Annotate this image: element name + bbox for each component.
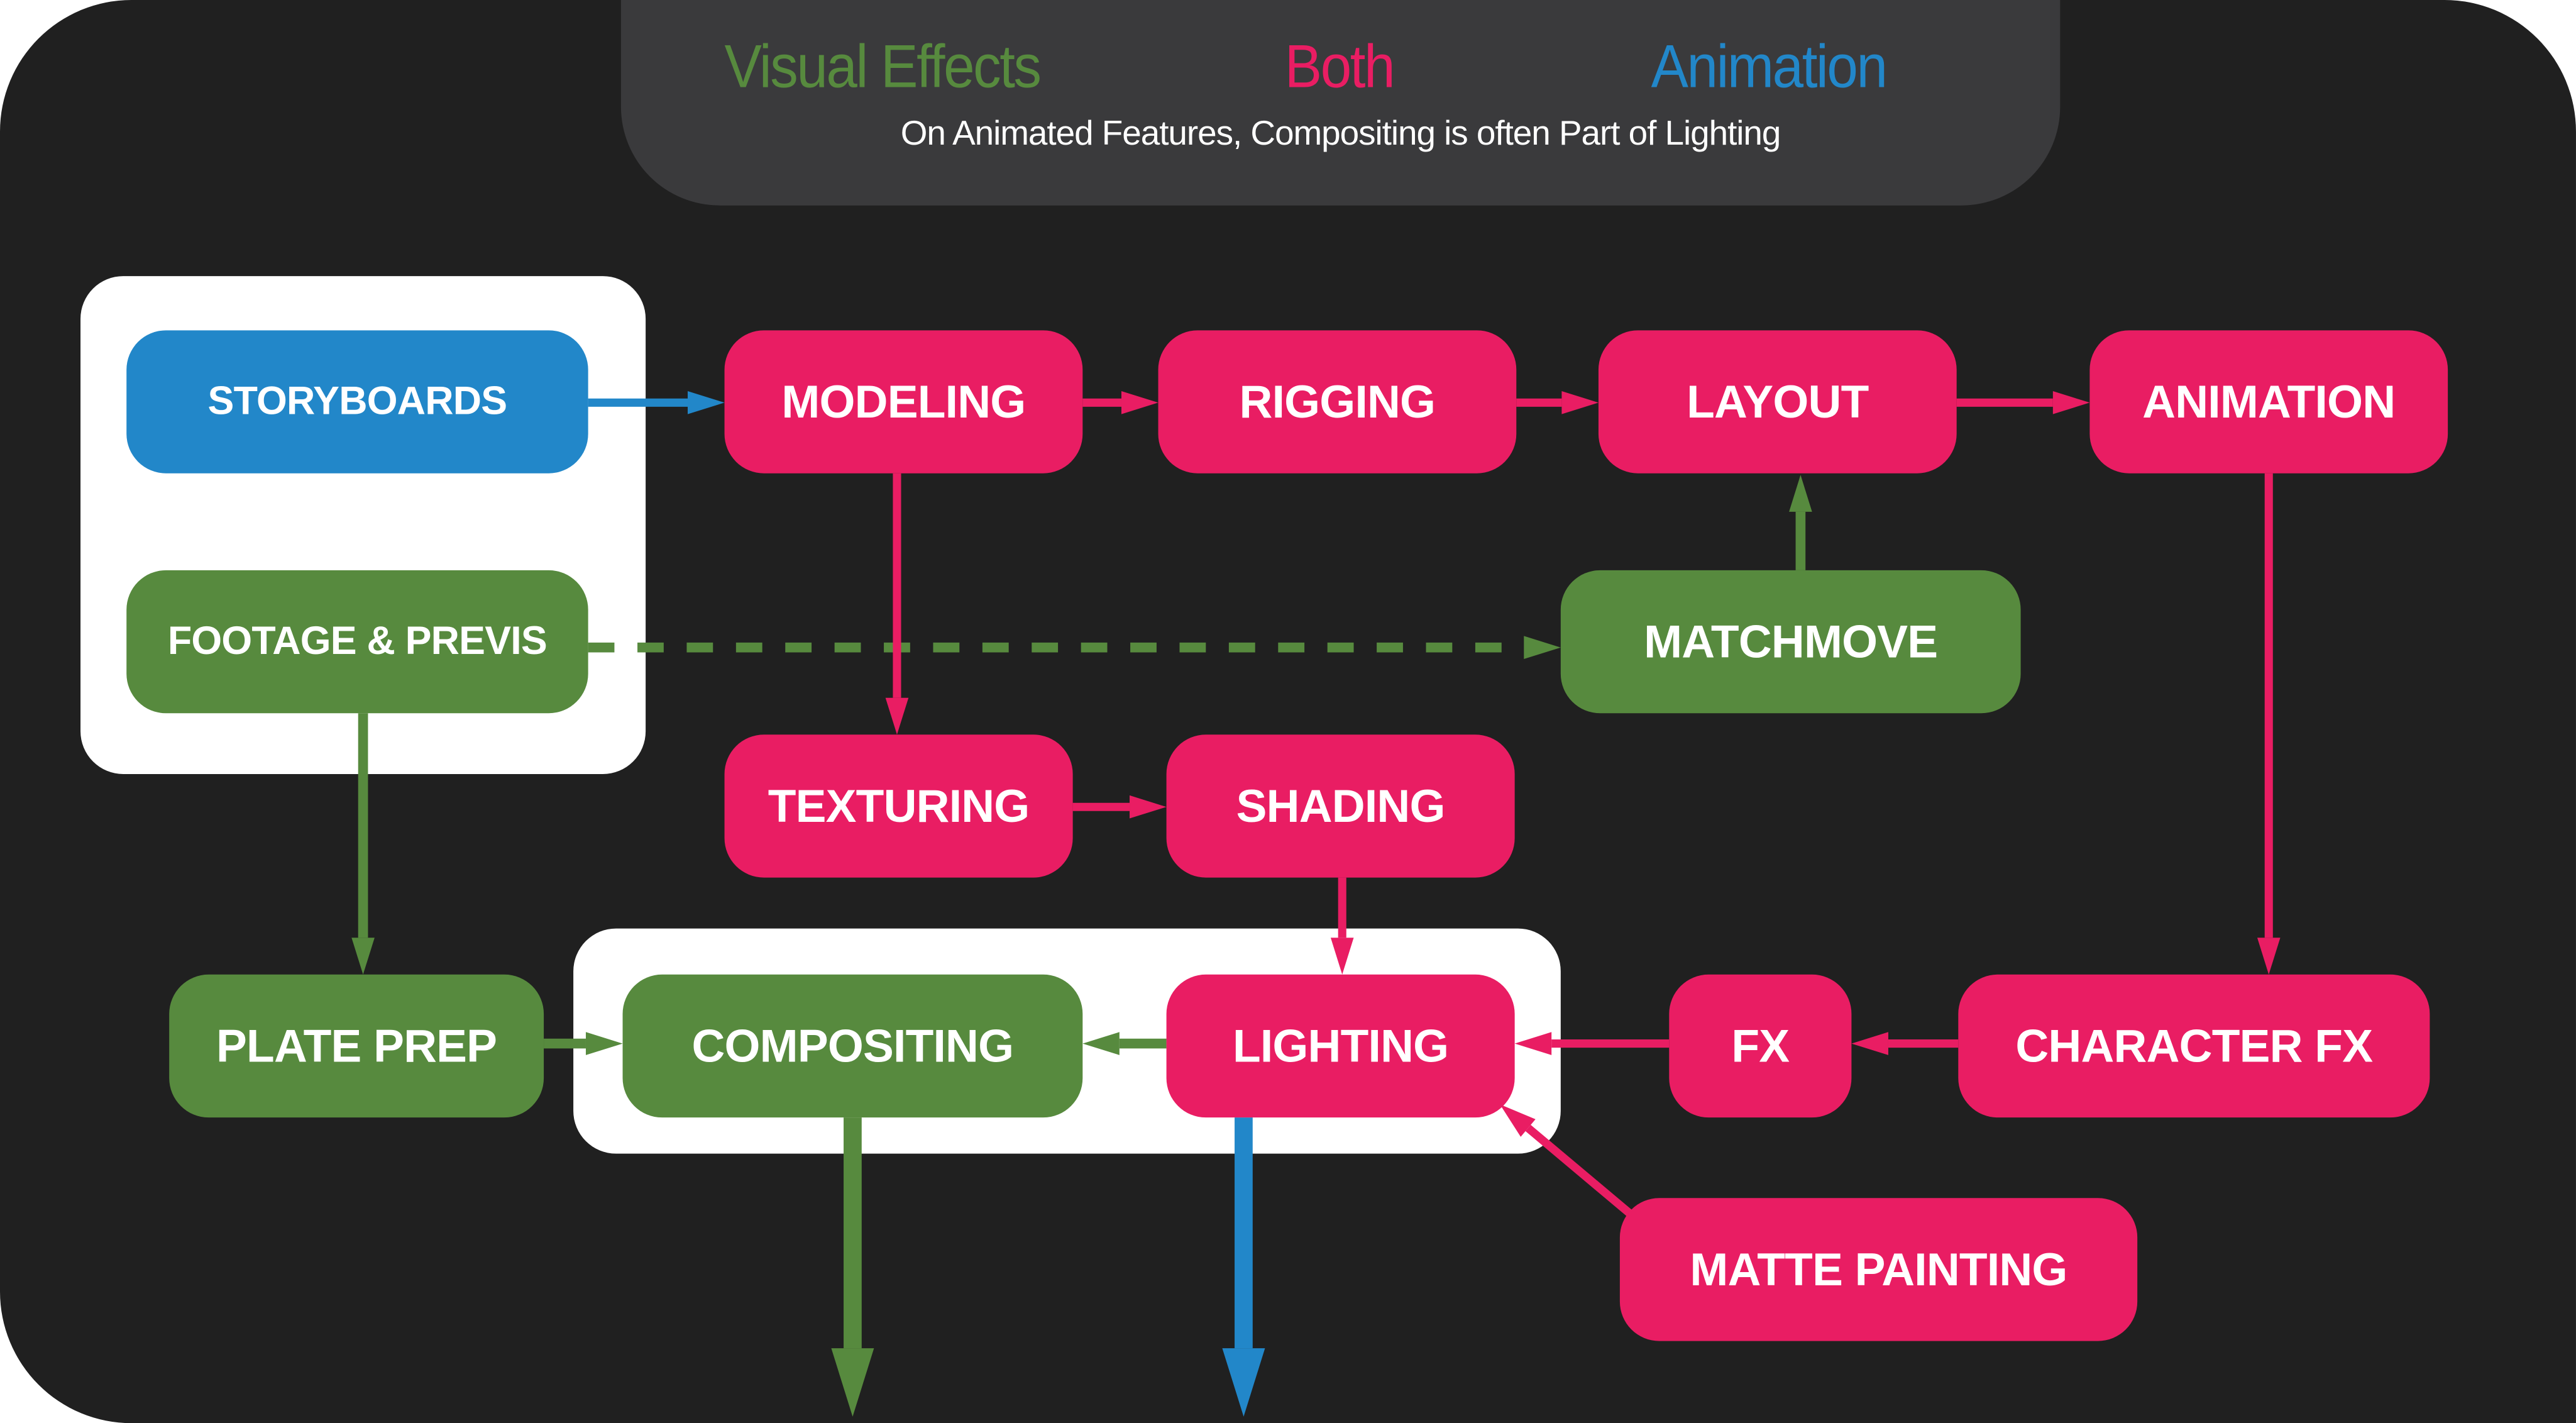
edge-matte-painting-to-lighting (1525, 1124, 1636, 1219)
node-label: TEXTURING (768, 780, 1030, 831)
node-shading[interactable]: SHADING (1166, 734, 1515, 878)
node-matte-painting[interactable]: MATTE PAINTING (1619, 1198, 2138, 1341)
arrowhead-icon (1524, 636, 1561, 660)
arrowhead-icon (1082, 1032, 1120, 1055)
node-character-fx[interactable]: CHARACTER FX (1958, 974, 2430, 1118)
node-label: PLATE PREP (216, 1019, 497, 1071)
node-label: CHARACTER FX (2015, 1019, 2373, 1071)
arrowhead-icon (1130, 795, 1167, 819)
node-fx[interactable]: FX (1669, 974, 1852, 1118)
arrowhead-icon (1514, 1032, 1552, 1055)
arrowhead-icon (688, 391, 725, 414)
node-label: LIGHTING (1232, 1019, 1449, 1071)
node-label: FX (1731, 1019, 1790, 1071)
arrowhead-icon (885, 697, 909, 735)
node-label: SHADING (1236, 780, 1446, 831)
arrowhead-icon (1789, 475, 1812, 512)
arrowhead-icon (1121, 391, 1159, 414)
node-label: COMPOSITING (691, 1019, 1014, 1071)
node-label: MATTE PAINTING (1690, 1243, 2067, 1295)
arrowhead-icon (1222, 1348, 1265, 1417)
node-rigging[interactable]: RIGGING (1158, 330, 1517, 473)
node-lighting[interactable]: LIGHTING (1166, 974, 1515, 1118)
node-animation[interactable]: ANIMATION (2089, 330, 2448, 473)
node-label: FOOTAGE & PREVIS (167, 618, 548, 663)
node-label: MODELING (781, 375, 1026, 427)
node-layout[interactable]: LAYOUT (1598, 330, 1957, 473)
node-modeling[interactable]: MODELING (724, 330, 1083, 473)
node-compositing[interactable]: COMPOSITING (622, 974, 1083, 1118)
pipeline-diagram: Visual Effects Both Animation On Animate… (0, 0, 2576, 1423)
node-plate-prep[interactable]: PLATE PREP (169, 974, 544, 1118)
arrowhead-icon (831, 1348, 874, 1417)
arrowhead-icon (2257, 938, 2281, 975)
arrowhead-icon (585, 1032, 623, 1055)
arrowhead-icon (351, 938, 375, 975)
node-label: LAYOUT (1687, 375, 1869, 427)
arrowhead-icon (1330, 938, 1354, 975)
node-label: STORYBOARDS (207, 379, 508, 423)
node-storyboards[interactable]: STORYBOARDS (126, 330, 588, 473)
node-label: ANIMATION (2142, 375, 2396, 427)
node-texturing[interactable]: TEXTURING (724, 734, 1073, 878)
node-matchmove[interactable]: MATCHMOVE (1560, 570, 2021, 714)
arrowhead-icon (2052, 391, 2090, 414)
arrowhead-icon (1851, 1032, 1888, 1055)
node-footage-previs[interactable]: FOOTAGE & PREVIS (126, 570, 588, 714)
node-label: MATCHMOVE (1644, 615, 1938, 667)
node-label: RIGGING (1239, 375, 1436, 427)
arrowhead-icon (1561, 391, 1599, 414)
